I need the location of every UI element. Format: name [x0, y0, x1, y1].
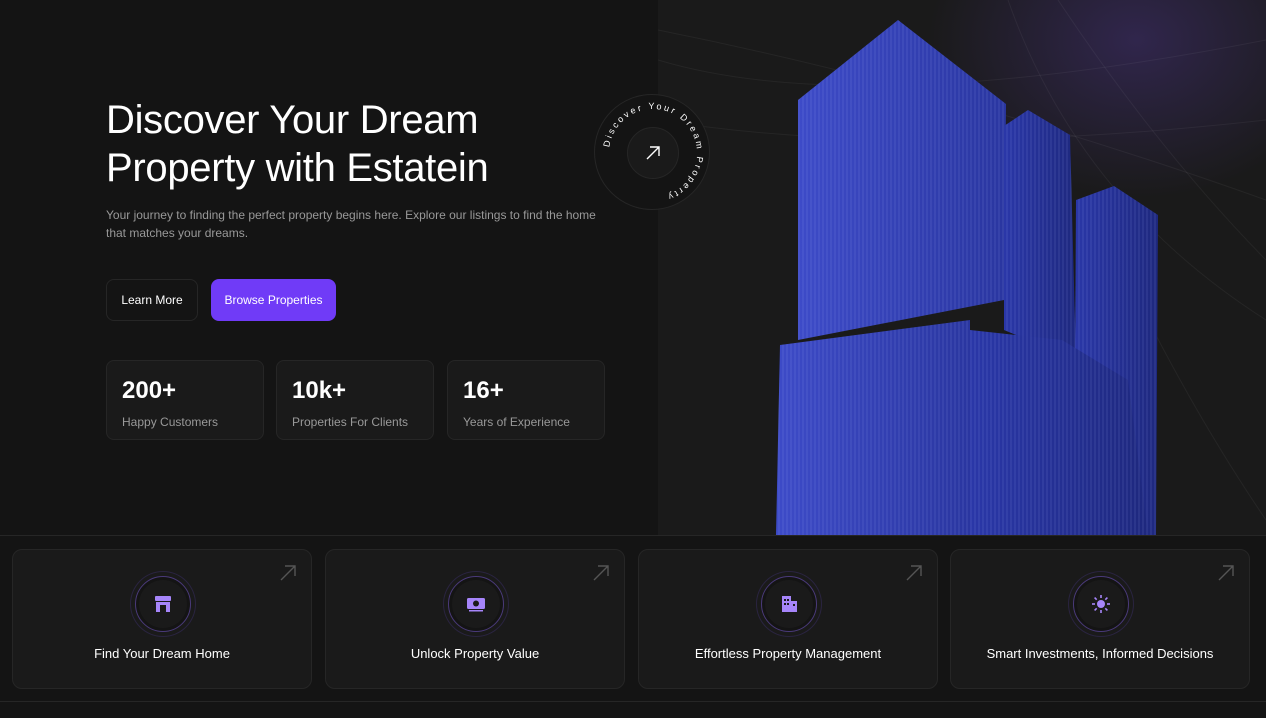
discover-badge[interactable]: Discover Your Dream Property: [594, 94, 710, 210]
stat-label: Happy Customers: [122, 415, 219, 429]
stat-card-customers: 200+ Happy Customers: [106, 360, 264, 440]
browse-properties-button[interactable]: Browse Properties: [211, 279, 336, 321]
service-title: Effortless Property Management: [694, 646, 882, 661]
stat-value: 200+: [122, 377, 177, 404]
divider: [0, 701, 1266, 702]
service-card-smart-investments[interactable]: Smart Investments, Informed Decisions: [950, 549, 1250, 689]
arrow-up-right-icon: [1218, 565, 1234, 581]
hero-left-panel: Discover Your Dream Property with Estate…: [0, 0, 658, 535]
service-title: Unlock Property Value: [410, 646, 540, 661]
hero-image-panel: [658, 0, 1266, 535]
stat-value: 10k+: [292, 377, 347, 404]
service-title: Smart Investments, Informed Decisions: [986, 646, 1214, 661]
arrow-up-right-icon: [906, 565, 922, 581]
stat-card-experience: 16+ Years of Experience: [447, 360, 605, 440]
arrow-up-right-icon: [593, 565, 609, 581]
hero-section: Discover Your Dream Property with Estate…: [0, 0, 1266, 535]
stat-card-properties: 10k+ Properties For Clients: [276, 360, 434, 440]
building-image: [658, 0, 1266, 535]
money-icon: [448, 576, 504, 632]
service-card-property-management[interactable]: Effortless Property Management: [638, 549, 938, 689]
arrow-up-right-icon: [280, 565, 296, 581]
stat-value: 16+: [463, 377, 504, 404]
hero-title: Discover Your Dream Property with Estate…: [106, 98, 489, 190]
building-icon: [761, 576, 817, 632]
storefront-icon: [135, 576, 191, 632]
arrow-up-right-icon: [627, 127, 679, 179]
sun-icon: [1073, 576, 1129, 632]
service-card-property-value[interactable]: Unlock Property Value: [325, 549, 625, 689]
service-title: Find Your Dream Home: [94, 646, 230, 661]
services-strip: Find Your Dream Home Unlock Property Val…: [0, 535, 1266, 718]
stat-label: Properties For Clients: [292, 415, 409, 429]
hero-description: Your journey to finding the perfect prop…: [106, 208, 596, 240]
stat-label: Years of Experience: [463, 415, 570, 429]
service-card-find-home[interactable]: Find Your Dream Home: [12, 549, 312, 689]
learn-more-button[interactable]: Learn More: [106, 279, 198, 321]
